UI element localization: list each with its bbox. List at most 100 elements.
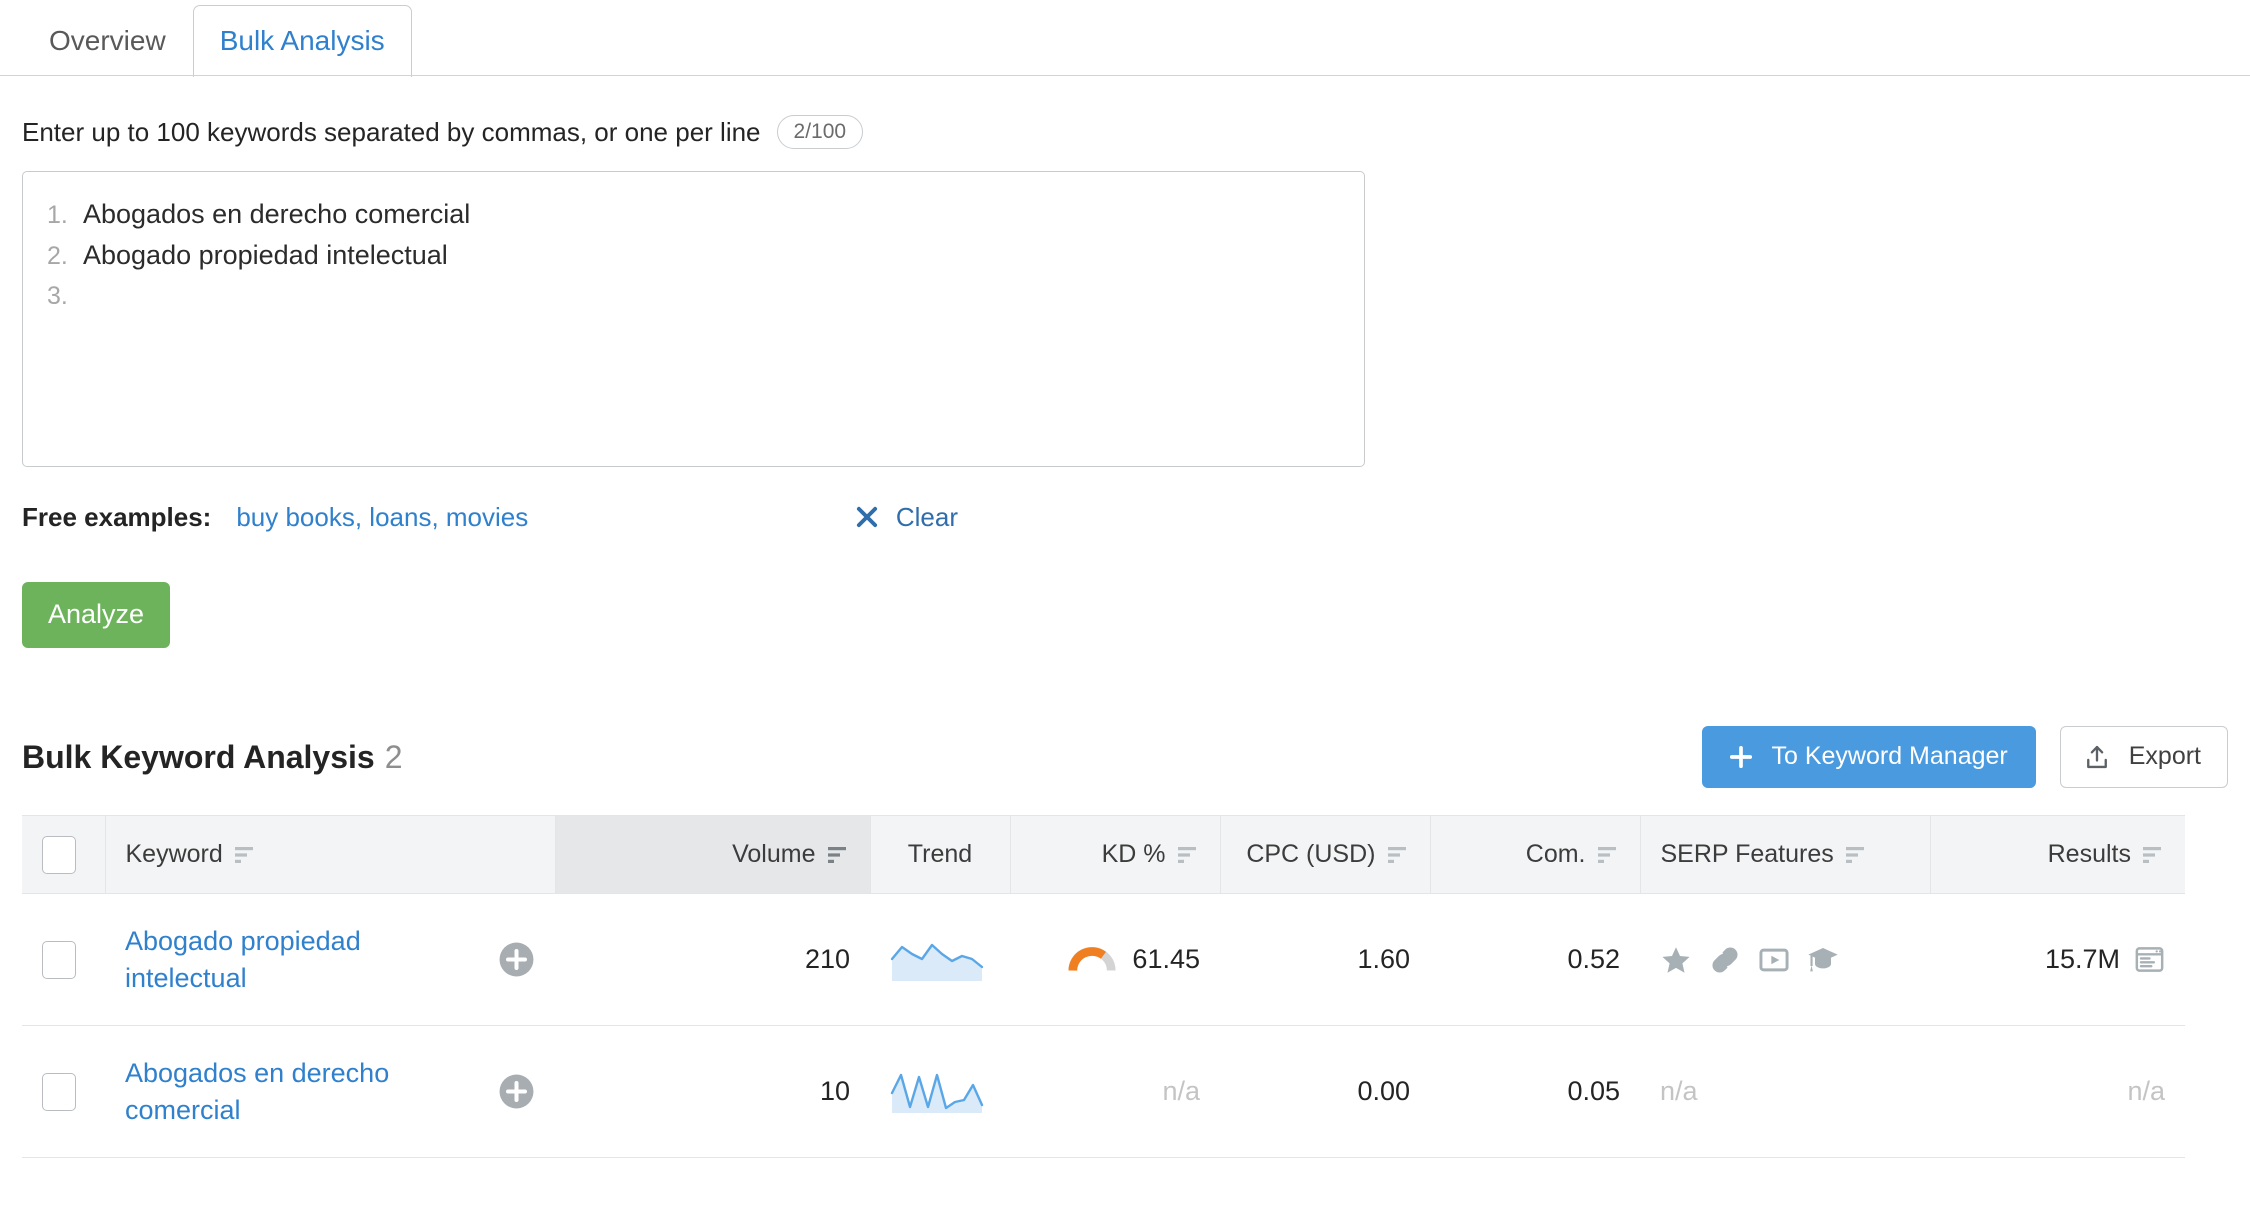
cell-kd: n/a (1010, 1025, 1220, 1158)
row-select-cell (22, 1025, 105, 1158)
star-icon[interactable] (1660, 944, 1692, 976)
page-content: Enter up to 100 keywords separated by co… (0, 115, 2250, 1158)
close-icon (854, 504, 880, 530)
keyword-input-hint-row: Enter up to 100 keywords separated by co… (22, 115, 2228, 149)
to-keyword-manager-label: To Keyword Manager (1771, 742, 2008, 770)
column-header-cpc[interactable]: CPC (USD) (1219, 815, 1430, 894)
cell-results: 15.7M (1930, 893, 2185, 1026)
column-label: Volume (732, 840, 816, 868)
cell-serp-features (1640, 893, 1930, 1026)
kd-value: n/a (1162, 1076, 1200, 1106)
cell-trend (870, 1025, 1010, 1158)
keyword-line-number: 3. (47, 282, 68, 310)
cell-results: n/a (1930, 1025, 2185, 1158)
clear-button[interactable]: Clear (854, 502, 958, 533)
keyword-input-hint: Enter up to 100 keywords separated by co… (22, 116, 761, 147)
column-header-trend: Trend (869, 815, 1010, 894)
analyze-button[interactable]: Analyze (22, 582, 171, 648)
keyword-counter-badge: 2/100 (776, 115, 864, 149)
keyword-link[interactable]: Abogado propiedad intelectual (125, 923, 488, 997)
results-header: Bulk Keyword Analysis 2 To Keyword Manag… (22, 726, 2228, 788)
keyword-line: 3. (41, 276, 1346, 317)
cell-serp-features: n/a (1640, 1025, 1930, 1158)
keyword-input-textarea[interactable]: 1. Abogados en derecho comercial 2. Abog… (22, 171, 1365, 467)
column-header-com[interactable]: Com. (1429, 815, 1640, 894)
column-label: KD % (1101, 840, 1166, 868)
cell-keyword: Abogado propiedad intelectual (105, 893, 555, 1026)
cell-volume: 10 (555, 1025, 870, 1158)
row-checkbox[interactable] (42, 1072, 76, 1111)
table-row: Abogado propiedad intelectual 210 61.45 … (22, 893, 2185, 1026)
results-actions: To Keyword Manager Export (1701, 726, 2228, 788)
keyword-line: 2. Abogado propiedad intelectual (41, 235, 1346, 276)
kd-value: 61.45 (1132, 944, 1200, 974)
cell-com: 0.52 (1430, 893, 1640, 1026)
add-keyword-icon[interactable] (498, 1073, 535, 1110)
sort-icon (234, 845, 257, 865)
tab-strip: Overview Bulk Analysis (22, 0, 2250, 77)
column-label: Results (2047, 840, 2131, 868)
select-all-header (22, 815, 105, 894)
export-icon (2083, 743, 2111, 771)
examples-links[interactable]: buy books, loans, movies (236, 502, 528, 533)
knowledge-icon[interactable] (1807, 944, 1839, 976)
column-label: Trend (907, 840, 973, 868)
column-label: Com. (1525, 840, 1586, 868)
video-icon[interactable] (1758, 944, 1790, 976)
cell-com: 0.05 (1430, 1025, 1640, 1158)
row-select-cell (22, 893, 105, 1026)
link-icon[interactable] (1709, 944, 1741, 976)
results-count: 2 (384, 738, 403, 775)
column-header-volume[interactable]: Volume (554, 815, 870, 894)
examples-label: Free examples: (22, 501, 212, 532)
serp-preview-icon[interactable] (2134, 944, 2165, 975)
select-all-checkbox[interactable] (42, 835, 76, 874)
tab-bar-divider (0, 75, 2250, 76)
row-checkbox[interactable] (42, 940, 76, 979)
export-button[interactable]: Export (2059, 726, 2228, 788)
trend-sparkline (890, 1069, 990, 1115)
column-header-serp-features[interactable]: SERP Features (1639, 815, 1930, 894)
results-value: n/a (2127, 1076, 2165, 1106)
sort-icon (2143, 845, 2165, 865)
sort-icon (1845, 845, 1868, 865)
keyword-link[interactable]: Abogados en derecho comercial (125, 1055, 488, 1129)
to-keyword-manager-button[interactable]: To Keyword Manager (1701, 726, 2036, 788)
cell-keyword: Abogados en derecho comercial (105, 1025, 555, 1158)
keyword-line-text: Abogados en derecho comercial (83, 199, 471, 229)
examples-row: Free examples: buy books, loans, movies … (22, 497, 1365, 537)
cell-cpc: 0.00 (1220, 1025, 1430, 1158)
keyword-line: 1. Abogados en derecho comercial (41, 194, 1346, 235)
sort-icon (1177, 845, 1200, 865)
column-label: SERP Features (1660, 840, 1834, 868)
trend-sparkline (890, 937, 990, 983)
export-label: Export (2128, 742, 2201, 770)
column-label: CPC (USD) (1246, 840, 1376, 868)
sort-icon (1597, 845, 1620, 865)
sort-icon (1387, 845, 1410, 865)
cell-kd: 61.45 (1010, 893, 1220, 1026)
column-header-keyword[interactable]: Keyword (104, 815, 555, 894)
results-value: 15.7M (2044, 944, 2120, 974)
column-label: Keyword (125, 840, 223, 868)
tab-bulk-analysis[interactable]: Bulk Analysis (192, 5, 412, 77)
add-keyword-icon[interactable] (498, 941, 535, 978)
column-header-kd[interactable]: KD % (1009, 815, 1220, 894)
cell-volume: 210 (555, 893, 870, 1026)
plus-icon (1728, 744, 1754, 770)
kd-gauge-icon (1068, 945, 1116, 975)
clear-button-label: Clear (895, 501, 958, 532)
keyword-line-text: Abogado propiedad intelectual (83, 240, 448, 270)
table-header-row: Keyword Volume Trend KD % CPC (USD) Com.… (22, 815, 2185, 894)
keyword-line-number: 1. (47, 201, 68, 229)
cell-trend (870, 893, 1010, 1026)
keyword-line-number: 2. (47, 242, 68, 270)
page-title: Bulk Keyword Analysis (22, 738, 375, 775)
bulk-keyword-table: Keyword Volume Trend KD % CPC (USD) Com.… (22, 815, 2185, 1158)
table-row: Abogados en derecho comercial 10 n/a 0.0… (22, 1025, 2185, 1158)
column-header-results[interactable]: Results (1929, 815, 2185, 894)
tab-overview[interactable]: Overview (22, 5, 193, 77)
tab-bar: Overview Bulk Analysis (0, 0, 2250, 77)
serp-features-value: n/a (1660, 1076, 1698, 1106)
cell-cpc: 1.60 (1220, 893, 1430, 1026)
